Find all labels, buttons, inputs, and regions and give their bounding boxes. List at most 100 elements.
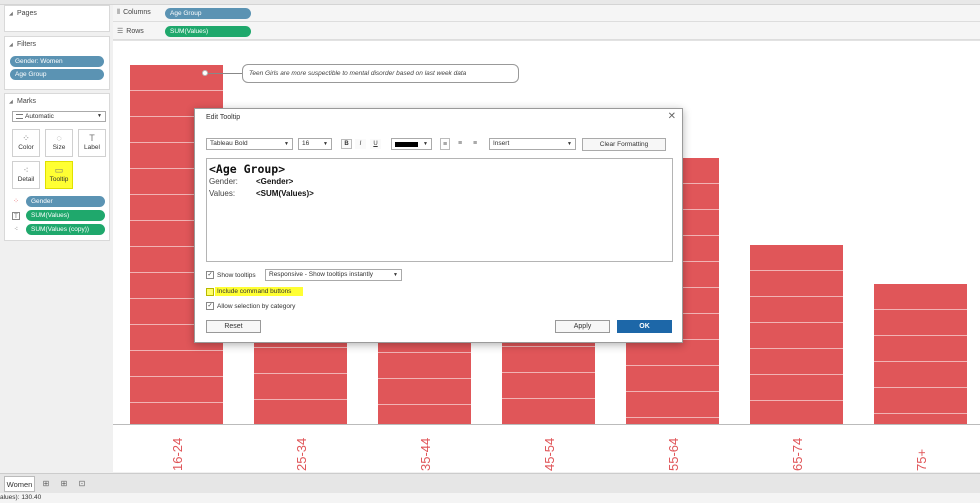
clear-formatting-button[interactable]: Clear Formatting <box>582 138 666 151</box>
chevron-down-icon: ▼ <box>393 272 398 278</box>
chevron-down-icon: ▼ <box>567 141 572 147</box>
x-tick-label: 35-44 <box>400 431 450 471</box>
x-tick-text: 16-24 <box>169 437 185 471</box>
align-left-icon[interactable]: ≡ <box>440 138 450 150</box>
bar-75+[interactable] <box>874 283 967 424</box>
label-button[interactable]: T Label <box>78 129 106 157</box>
new-worksheet-icon[interactable]: ⊞ <box>40 476 52 492</box>
filters-header[interactable]: ◢ Filters <box>5 37 109 48</box>
filter-pill-gender[interactable]: Gender: Women <box>10 56 104 67</box>
collapse-arrow-icon[interactable]: ◢ <box>9 99 13 105</box>
columns-shelf[interactable]: ⦀ Columns Age Group <box>113 5 980 22</box>
collapse-arrow-icon[interactable]: ◢ <box>9 11 13 17</box>
filters-card: ◢ Filters Gender: Women Age Group <box>4 36 110 90</box>
status-bar: alues): 130.40 <box>0 493 980 503</box>
editor-heading: <Age Group> <box>209 162 286 176</box>
label-icon: T <box>89 133 95 143</box>
x-tick-label: 65-74 <box>772 431 822 471</box>
x-tick-text: 35-44 <box>417 437 433 471</box>
italic-button[interactable]: I <box>355 139 366 149</box>
apply-button[interactable]: Apply <box>555 320 610 333</box>
columns-shelf-label: ⦀ Columns <box>117 9 151 16</box>
chevron-down-icon: ▼ <box>284 141 289 147</box>
pages-card: ◢ Pages <box>4 5 110 32</box>
reset-button[interactable]: Reset <box>206 320 261 333</box>
mark-type-icon <box>16 114 23 119</box>
rows-pill-sum-values[interactable]: SUM(Values) <box>165 26 251 37</box>
left-pane: ◢ Pages ◢ Filters Gender: Women Age Group … <box>4 5 110 473</box>
tooltip-mode-select[interactable]: Responsive - Show tooltips instantly ▼ <box>265 269 402 281</box>
show-tooltips-label: Show tooltips <box>217 272 256 279</box>
font-size-select[interactable]: 16 ▼ <box>298 138 332 150</box>
x-tick-text: 25-34 <box>293 437 309 471</box>
annotation-anchor <box>202 70 208 76</box>
annotation-connector <box>205 73 242 74</box>
detail-dots-icon: ⁖ <box>23 165 29 175</box>
allow-selection-checkbox[interactable]: ✓ <box>206 302 214 310</box>
align-center-icon[interactable]: ≡ <box>455 138 465 150</box>
color-button[interactable]: ⁘ Color <box>12 129 40 157</box>
bar-65-74[interactable] <box>750 244 843 424</box>
chevron-down-icon: ▼ <box>323 141 328 147</box>
font-family-select[interactable]: Tableau Bold ▼ <box>206 138 293 150</box>
x-tick-label: 75+ <box>896 431 946 471</box>
color-swatch <box>395 142 418 147</box>
x-tick-label: 25-34 <box>276 431 326 471</box>
rows-shelf-label: ☰ Rows <box>117 28 144 35</box>
detail-button[interactable]: ⁖ Detail <box>12 161 40 189</box>
marks-card: ◢ Marks Automatic ▼ ⁘ Color ◌ Size T Label ⁖ D… <box>4 93 110 241</box>
chevron-down-icon: ▼ <box>97 113 102 119</box>
dialog-title: Edit Tooltip <box>206 114 241 121</box>
show-tooltips-checkbox[interactable]: ✓ <box>206 271 214 279</box>
x-tick-text: 75+ <box>913 448 929 471</box>
mark-field-sum-values[interactable]: SUM(Values) <box>26 210 105 221</box>
columns-pill-age-group[interactable]: Age Group <box>165 8 251 19</box>
tooltip-editor[interactable]: <Age Group> Gender: <Gender> Values: <SUM(… <box>206 158 673 262</box>
underline-button[interactable]: U <box>370 139 381 149</box>
font-color-picker[interactable]: ▼ <box>391 138 432 150</box>
include-command-buttons-checkbox[interactable] <box>206 288 214 296</box>
rows-icon: ☰ <box>117 28 124 35</box>
mark-type-select[interactable]: Automatic ▼ <box>12 111 106 122</box>
new-story-icon[interactable]: ⊡ <box>76 476 88 492</box>
marks-header[interactable]: ◢ Marks <box>5 94 109 105</box>
chevron-down-icon: ▼ <box>423 141 428 147</box>
include-command-buttons-label: Include command buttons <box>215 287 304 296</box>
x-tick-text: 55-64 <box>665 437 681 471</box>
ok-button[interactable]: OK <box>617 320 672 333</box>
x-tick-label: 16-24 <box>152 431 202 471</box>
size-button[interactable]: ◌ Size <box>45 129 73 157</box>
sheet-tab-women[interactable]: Women <box>4 476 35 492</box>
label-text-icon: T <box>12 212 20 220</box>
editor-line: Gender: <Gender> <box>209 177 294 186</box>
rows-shelf[interactable]: ☰ Rows SUM(Values) <box>113 23 980 40</box>
annotation-callout[interactable]: Teen Girls are more suspectible to menta… <box>242 64 519 83</box>
bold-button[interactable]: B <box>341 139 352 149</box>
shelves: ⦀ Columns Age Group ☰ Rows SUM(Values) <box>113 5 980 40</box>
align-right-icon[interactable]: ≡ <box>470 138 480 150</box>
mark-field-sum-values-copy[interactable]: SUM(Values (copy)) <box>26 224 105 235</box>
close-icon[interactable]: ✕ <box>668 111 676 122</box>
pages-header[interactable]: ◢ Pages <box>5 6 109 17</box>
mark-field-gender[interactable]: Gender <box>26 196 105 207</box>
x-tick-text: 45-54 <box>541 437 557 471</box>
allow-selection-label: Allow selection by category <box>217 303 296 310</box>
x-tick-text: 65-74 <box>789 437 805 471</box>
sheet-tabs-bar: Women ⊞ ⊞ ⊡ <box>0 473 980 493</box>
size-icon: ◌ <box>56 133 62 143</box>
insert-select[interactable]: Insert ▼ <box>489 138 576 150</box>
tooltip-icon: ▭ <box>54 165 64 175</box>
columns-icon: ⦀ <box>117 9 121 16</box>
x-tick-label: 45-54 <box>524 431 574 471</box>
x-axis-line <box>113 424 980 425</box>
color-dots-icon: ⁘ <box>22 133 30 143</box>
x-tick-label: 55-64 <box>648 431 698 471</box>
new-dashboard-icon[interactable]: ⊞ <box>58 476 70 492</box>
collapse-arrow-icon[interactable]: ◢ <box>9 42 13 48</box>
filter-pill-age-group[interactable]: Age Group <box>10 69 104 80</box>
edit-tooltip-dialog: Edit Tooltip ✕ Tableau Bold ▼ 16 ▼ B I U ▼… <box>194 108 683 343</box>
detail-dots-icon: ⁖ <box>13 226 19 233</box>
tooltip-button[interactable]: ▭ Tooltip <box>45 161 73 189</box>
color-dots-icon: ⁘ <box>13 198 19 205</box>
editor-line: Values: <SUM(Values)> <box>209 189 314 198</box>
